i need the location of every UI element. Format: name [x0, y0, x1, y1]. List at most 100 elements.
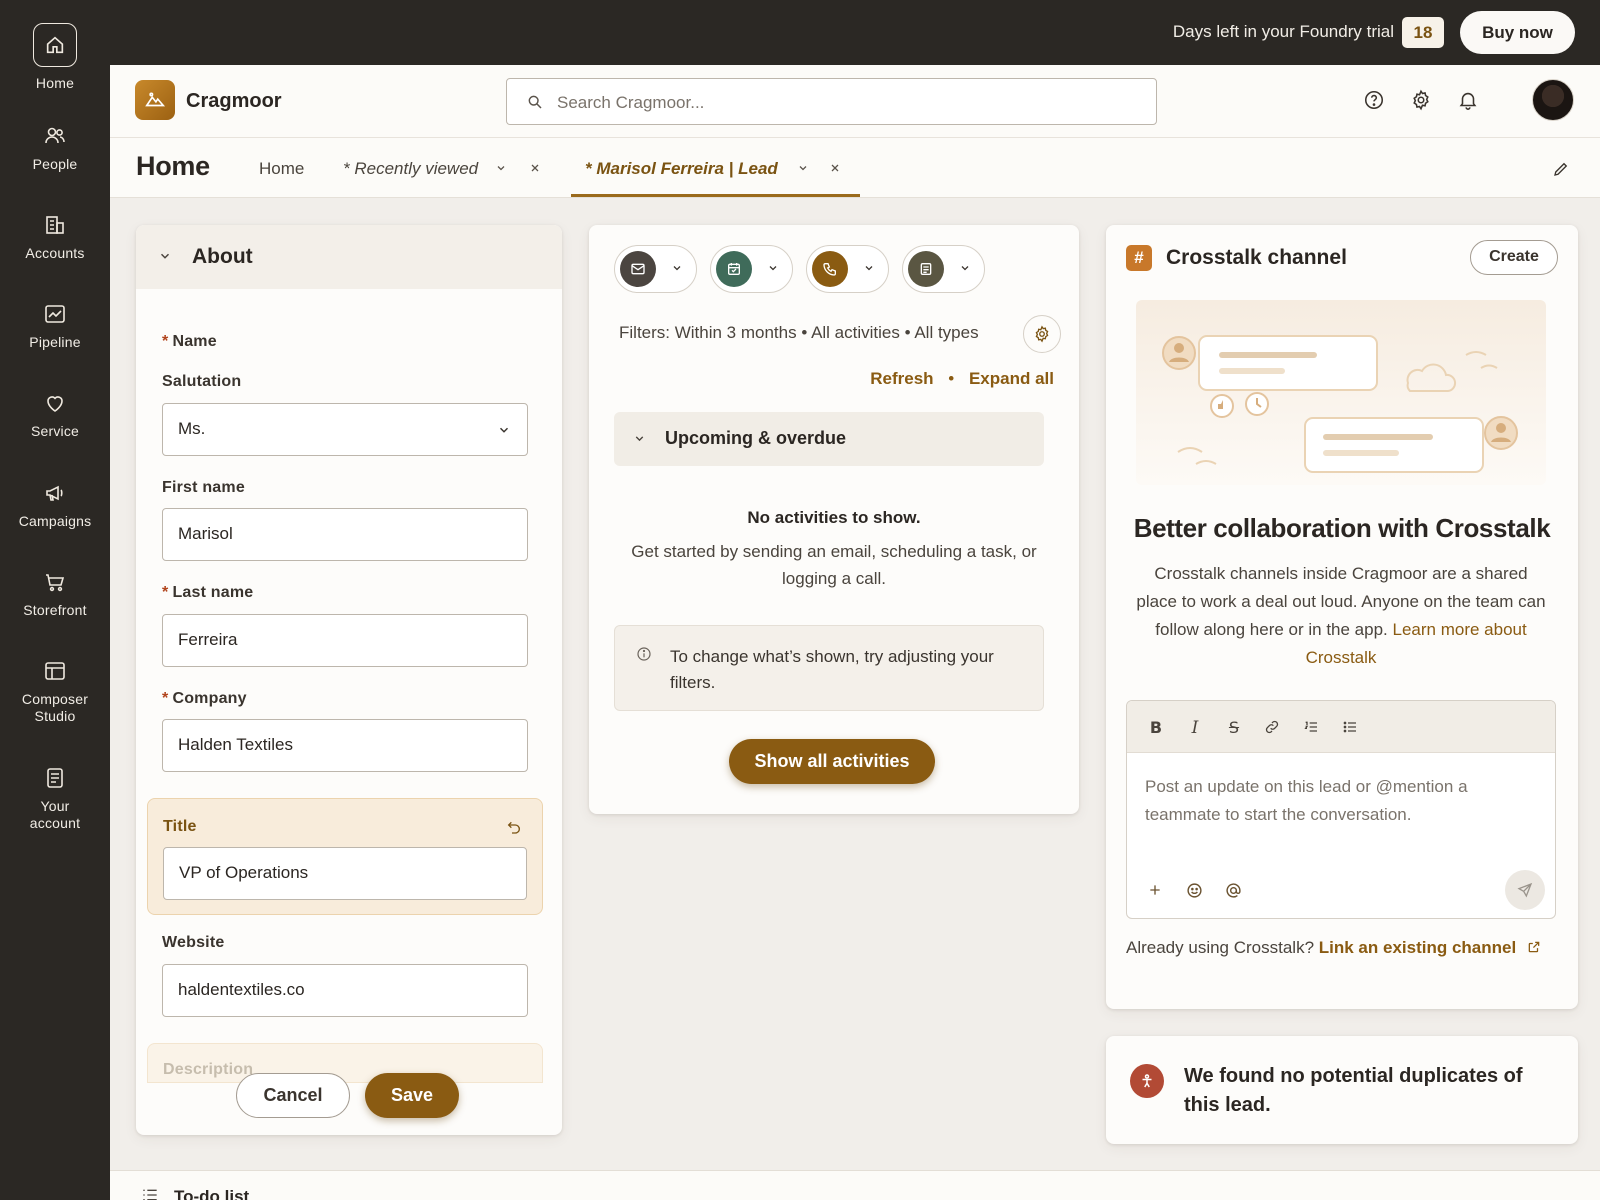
top-bar: Days left in your Foundry trial 18 Buy n…	[110, 0, 1600, 65]
plus-icon[interactable]	[1147, 882, 1165, 900]
expand-all-link[interactable]: Expand all	[969, 369, 1054, 388]
event-action-button[interactable]	[710, 245, 793, 293]
rail-item-your-account[interactable]: Your account	[0, 766, 110, 832]
bullet-list-icon[interactable]	[1342, 719, 1360, 737]
task-action-button[interactable]	[902, 245, 985, 293]
envelope-icon	[620, 251, 656, 287]
tab-home[interactable]: Home	[259, 159, 304, 179]
gear-icon	[1035, 325, 1049, 343]
emoji-icon[interactable]	[1186, 882, 1204, 900]
crosstalk-body: Crosstalk channels inside Cragmoor are a…	[1134, 560, 1548, 672]
editor-placeholder[interactable]: Post an update on this lead or @mention …	[1145, 773, 1525, 829]
title-label: Title	[163, 818, 197, 835]
crosstalk-illustration	[1136, 300, 1546, 485]
chevron-down-icon	[767, 262, 780, 275]
chevron-down-icon	[633, 432, 647, 446]
rail-item-storefront[interactable]: Storefront	[0, 570, 110, 619]
bold-icon[interactable]: B	[1147, 719, 1165, 737]
rail-item-pipeline[interactable]: Pipeline	[0, 302, 110, 351]
title-field-group: Title VP of Operations	[147, 798, 543, 915]
mention-icon[interactable]	[1225, 882, 1243, 900]
link-icon[interactable]	[1264, 719, 1282, 737]
last-name-field[interactable]: Ferreira	[162, 614, 528, 667]
layout-icon	[43, 659, 67, 683]
rail-item-service[interactable]: Service	[0, 391, 110, 440]
bell-icon[interactable]	[1457, 89, 1481, 113]
refresh-link[interactable]: Refresh	[870, 369, 933, 388]
external-link-icon[interactable]	[1527, 940, 1541, 954]
website-field[interactable]: haldentextiles.co	[162, 964, 528, 1017]
numbered-list-icon[interactable]	[1303, 719, 1321, 737]
app-logo[interactable]	[135, 80, 175, 120]
info-icon	[636, 646, 652, 662]
crosstalk-title: Crosstalk channel	[1166, 246, 1347, 269]
create-channel-button[interactable]: Create	[1470, 240, 1558, 275]
about-header[interactable]: About	[136, 225, 562, 289]
show-all-activities-button[interactable]: Show all activities	[729, 739, 935, 784]
save-button[interactable]: Save	[365, 1073, 459, 1118]
company-field[interactable]: Halden Textiles	[162, 719, 528, 772]
call-action-button[interactable]	[806, 245, 889, 293]
note-icon	[908, 251, 944, 287]
search-input[interactable]: Search Cragmoor...	[506, 78, 1157, 125]
pencil-icon[interactable]	[1552, 160, 1570, 178]
post-editor: B I S Post an update on this lead or @me…	[1126, 700, 1556, 919]
close-icon[interactable]	[829, 162, 843, 176]
chevron-down-icon	[863, 262, 876, 275]
last-name-label: * Last name	[162, 584, 254, 601]
cancel-button[interactable]: Cancel	[236, 1073, 350, 1118]
app-header: Cragmoor Search Cragmoor...	[110, 65, 1600, 138]
rail-item-home[interactable]: Home	[0, 23, 110, 92]
filter-settings-button[interactable]	[1023, 315, 1061, 353]
search-placeholder: Search Cragmoor...	[557, 93, 705, 112]
salutation-label: Salutation	[162, 373, 242, 390]
avatar[interactable]	[1532, 79, 1574, 121]
rail-label: Campaigns	[18, 513, 92, 529]
tab-recently-viewed[interactable]: * Recently viewed	[343, 159, 478, 179]
duplicate-check-icon	[1130, 1064, 1164, 1098]
hash-icon: #	[1126, 245, 1152, 271]
send-button[interactable]	[1505, 870, 1545, 910]
rail-item-campaigns[interactable]: Campaigns	[0, 481, 110, 530]
description-field-group: Description	[147, 1043, 543, 1083]
chevron-down-icon	[158, 249, 174, 265]
gear-icon[interactable]	[1410, 89, 1434, 113]
buy-now-button[interactable]: Buy now	[1460, 11, 1575, 54]
upcoming-overdue-label: Upcoming & overdue	[665, 428, 847, 448]
link-existing-channel-link[interactable]: Link an existing channel	[1319, 938, 1516, 957]
chart-icon	[43, 302, 67, 326]
filters-text: Filters: Within 3 months • All activitie…	[619, 323, 979, 342]
megaphone-icon	[43, 481, 67, 505]
title-field[interactable]: VP of Operations	[163, 847, 527, 900]
italic-icon[interactable]: I	[1186, 719, 1204, 737]
active-tab-indicator	[571, 194, 860, 197]
rail-item-accounts[interactable]: Accounts	[0, 213, 110, 262]
chevron-down-icon[interactable]	[797, 162, 811, 176]
salutation-value: Ms.	[178, 419, 206, 438]
close-icon[interactable]	[529, 162, 543, 176]
crosstalk-heading: Better collaboration with Crosstalk	[1133, 513, 1551, 543]
tab-row: Home Home * Recently viewed * Marisol Fe…	[110, 138, 1600, 198]
email-action-button[interactable]	[614, 245, 697, 293]
rail-item-people[interactable]: People	[0, 124, 110, 173]
editor-toolbar: B I S	[1127, 701, 1555, 753]
rail-label: Accounts	[25, 245, 85, 261]
page-title: Home	[136, 151, 210, 181]
upcoming-overdue-section[interactable]: Upcoming & overdue	[614, 412, 1044, 466]
app-name: Cragmoor	[186, 90, 282, 112]
chevron-down-icon[interactable]	[495, 162, 509, 176]
salutation-select[interactable]: Ms.	[162, 403, 528, 456]
description-label: Description	[163, 1061, 254, 1078]
rail-label: Home	[35, 75, 75, 91]
rail-item-composer-studio[interactable]: Composer Studio	[0, 659, 110, 725]
about-card: About * Name Salutation Ms. First name Ma…	[136, 225, 562, 1135]
strikethrough-icon[interactable]: S	[1225, 719, 1243, 737]
website-label: Website	[162, 934, 225, 951]
help-icon[interactable]	[1363, 89, 1387, 113]
tab-marisol-lead[interactable]: * Marisol Ferreira | Lead	[585, 159, 778, 179]
already-using-text: Already using Crosstalk? Link an existin…	[1126, 938, 1541, 958]
todo-list-bar[interactable]: To-do list	[110, 1170, 1600, 1200]
undo-icon[interactable]	[506, 819, 522, 835]
first-name-field[interactable]: Marisol	[162, 508, 528, 561]
people-icon	[43, 124, 67, 148]
